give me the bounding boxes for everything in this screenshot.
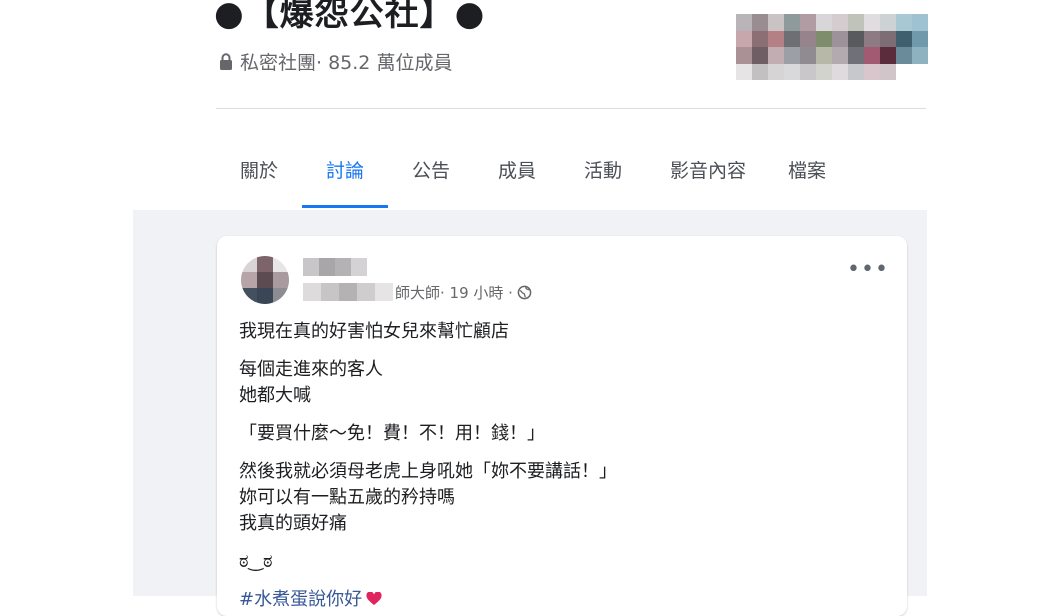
post-line: 我真的頭好痛 [239,513,347,534]
tab-media[interactable]: 影音內容 [646,130,770,208]
tab-members[interactable]: 成員 [474,130,560,208]
author-badge [303,283,393,301]
post-timestamp[interactable]: · 19 小時 · [440,282,513,303]
hashtag-link[interactable]: #水煮蛋說你好 [239,589,362,610]
post-card: 師大師 · 19 小時 · ••• 我現在真的好害怕女兒來幫忙顧店 每個走進來的… [217,236,907,616]
post-emoticon: ಠ‿ಠ [239,551,273,572]
author-name[interactable] [303,258,367,276]
post-line: 「要買什麼～免！費！不！用！錢！」 [239,423,545,444]
group-title[interactable]: ●【爆怨公社】● [214,0,485,35]
group-tabs: 關於 討論 公告 成員 活動 影音內容 檔案 [216,130,844,210]
post-meta: 師大師 · 19 小時 · [303,282,532,302]
post-line: 妳可以有一點五歲的矜持嗎 [239,487,455,508]
lock-icon [220,53,232,70]
post-line: 我現在真的好害怕女兒來幫忙顧店 [239,321,509,342]
post-body: 我現在真的好害怕女兒來幫忙顧店 每個走進來的客人 她都大喊 「要買什麼～免！費！… [239,319,617,613]
tab-files[interactable]: 檔案 [770,130,844,208]
post-line: 她都大喊 [239,385,311,406]
post-line: 每個走進來的客人 [239,359,383,380]
tab-events[interactable]: 活動 [560,130,646,208]
group-meta: 私密社團 · 85.2 萬位成員 [218,48,452,75]
post-line: 然後我就必須母老虎上身吼她「妳不要講話！」 [239,461,617,482]
heart-icon [366,592,382,605]
group-header: ●【爆怨公社】● 私密社團 · 85.2 萬位成員 關於 討論 公告 成員 活動… [0,0,1060,210]
author-avatar[interactable] [241,256,289,304]
privacy-label: 私密社團 [240,52,317,74]
globe-icon [517,285,532,299]
tab-about[interactable]: 關於 [216,130,302,208]
member-count[interactable]: · 85.2 萬位成員 [316,48,452,75]
tab-announcements[interactable]: 公告 [388,130,474,208]
more-options-button[interactable]: ••• [847,259,888,288]
tab-discussion[interactable]: 討論 [302,130,388,208]
hashtag-row: #水煮蛋說你好 [239,587,617,613]
header-divider [216,108,926,109]
member-avatars[interactable] [736,14,928,80]
author-suffix: 師大師 [395,283,441,302]
